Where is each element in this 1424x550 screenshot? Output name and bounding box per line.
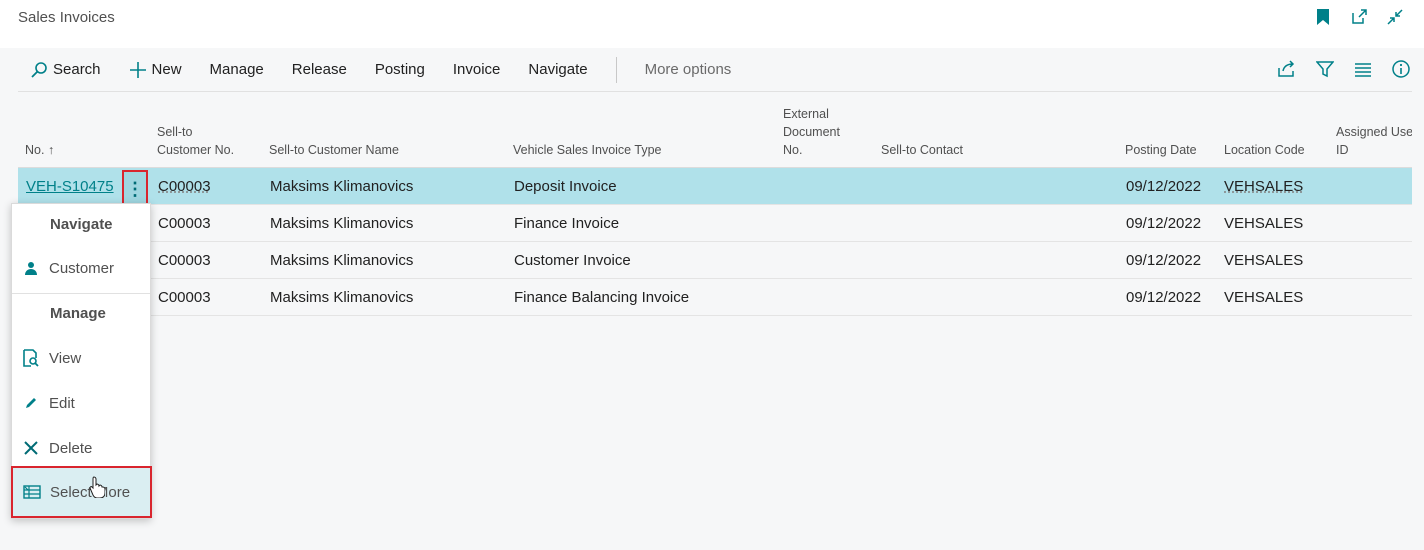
title-bar: Sales Invoices (0, 0, 1424, 48)
customer-name-cell: Maksims Klimanovics (270, 215, 414, 232)
row-context-menu: Navigate Customer Manage View Edit Delet… (11, 203, 152, 519)
search-button[interactable]: Search (18, 54, 115, 86)
column-label-line: External (783, 107, 829, 121)
page-title: Sales Invoices (18, 9, 115, 26)
column-label-line: Customer No. (157, 143, 235, 157)
invoice-type-cell: Finance Balancing Invoice (514, 289, 690, 306)
menu-item-label: Edit (49, 394, 75, 412)
location-code-cell: VEHSALES (1224, 215, 1304, 232)
new-label: New (151, 61, 182, 78)
posting-date-cell: 09/12/2022 (1126, 252, 1202, 269)
search-label: Search (53, 61, 101, 78)
column-assigned-user-id[interactable]: Assigned Use ID (1336, 123, 1412, 159)
invoice-type-cell: Deposit Invoice (514, 178, 617, 195)
posting-date-cell: 09/12/2022 (1126, 289, 1202, 306)
table-row[interactable]: C00003 Maksims Klimanovics Customer Invo… (18, 242, 1412, 279)
invoice-type-cell: Finance Invoice (514, 215, 620, 232)
view-document-icon (12, 349, 49, 367)
invoice-no-link[interactable]: VEH-S10475 (26, 168, 114, 205)
column-no[interactable]: No. ↑ (25, 141, 54, 159)
menu-heading-manage: Manage (50, 305, 106, 322)
table-row[interactable]: C00003 Maksims Klimanovics Finance Balan… (18, 279, 1412, 316)
action-divider (615, 56, 617, 83)
manage-menu[interactable]: Manage (196, 54, 278, 86)
table-row[interactable]: VEH-S10475 ⋮ C00003 Maksims Klimanovics … (18, 168, 1412, 207)
more-vertical-icon: ⋮ (126, 178, 144, 199)
menu-item-edit[interactable]: Edit (12, 385, 150, 421)
posting-menu[interactable]: Posting (361, 54, 439, 86)
menu-divider (12, 293, 150, 294)
invoices-grid: No. ↑ Sell-to Customer No. Sell-to Custo… (18, 98, 1412, 316)
column-label-line: ID (1336, 143, 1349, 157)
customer-no-cell[interactable]: C00003 (158, 168, 211, 205)
column-sell-to-customer-no[interactable]: Sell-to Customer No. (157, 123, 234, 159)
column-label-line: Document (783, 125, 840, 139)
customer-name-cell: Maksims Klimanovics (270, 178, 414, 195)
delete-x-icon (12, 440, 49, 456)
right-actions (1276, 58, 1412, 80)
search-icon (30, 61, 48, 79)
new-button[interactable]: New (115, 54, 196, 86)
info-icon[interactable] (1390, 58, 1412, 80)
select-more-icon (13, 485, 50, 499)
menu-item-delete[interactable]: Delete (12, 430, 150, 466)
pencil-icon (12, 396, 49, 410)
action-bar: Search New Manage Release Posting Invoic… (18, 48, 1412, 92)
plus-icon (129, 61, 147, 79)
list-view-icon[interactable] (1352, 58, 1374, 80)
customer-name-cell: Maksims Klimanovics (270, 289, 414, 306)
invoice-menu[interactable]: Invoice (439, 54, 515, 86)
customer-no-cell: C00003 (158, 289, 211, 306)
content-area: Search New Manage Release Posting Invoic… (0, 48, 1424, 550)
location-code-cell: VEHSALES (1224, 252, 1304, 269)
menu-item-view[interactable]: View (12, 340, 150, 376)
column-posting-date[interactable]: Posting Date (1125, 141, 1197, 159)
navigate-menu[interactable]: Navigate (514, 54, 601, 86)
collapse-icon[interactable] (1384, 6, 1406, 28)
location-code-cell: VEHSALES (1224, 289, 1304, 306)
bookmark-icon[interactable] (1312, 6, 1334, 28)
column-vehicle-sales-invoice-type[interactable]: Vehicle Sales Invoice Type (513, 141, 661, 159)
menu-item-label: Customer (49, 259, 115, 277)
column-label-line: Assigned Use (1336, 125, 1412, 139)
open-in-new-window-icon[interactable] (1348, 6, 1370, 28)
column-external-document-no[interactable]: External Document No. (783, 105, 840, 159)
invoice-type-cell: Customer Invoice (514, 252, 631, 269)
posting-date-cell: 09/12/2022 (1126, 215, 1202, 232)
title-icons (1312, 6, 1406, 28)
column-sell-to-contact[interactable]: Sell-to Contact (881, 141, 963, 159)
person-icon (12, 261, 49, 275)
release-menu[interactable]: Release (278, 54, 361, 86)
hand-pointer-cursor-icon (89, 476, 106, 503)
location-code-cell[interactable]: VEHSALES (1224, 168, 1303, 205)
posting-date-cell: 09/12/2022 (1126, 178, 1202, 195)
share-icon[interactable] (1276, 58, 1298, 80)
customer-no-cell: C00003 (158, 215, 211, 232)
menu-item-select-more[interactable]: Select More (11, 466, 152, 518)
more-options-button[interactable]: More options (631, 54, 746, 86)
grid-header: No. ↑ Sell-to Customer No. Sell-to Custo… (18, 98, 1412, 168)
column-label-line: Sell-to (157, 125, 193, 139)
column-no-label: No. (25, 143, 45, 157)
menu-item-customer[interactable]: Customer (12, 250, 150, 286)
menu-item-label: Delete (49, 439, 93, 457)
row-actions-button[interactable]: ⋮ (122, 170, 148, 207)
customer-name-cell: Maksims Klimanovics (270, 252, 414, 269)
column-sell-to-customer-name[interactable]: Sell-to Customer Name (269, 141, 399, 159)
menu-item-label: View (49, 349, 82, 367)
filter-icon[interactable] (1314, 58, 1336, 80)
column-location-code[interactable]: Location Code (1224, 141, 1305, 159)
table-row[interactable]: C00003 Maksims Klimanovics Finance Invoi… (18, 205, 1412, 242)
menu-heading-navigate: Navigate (50, 216, 113, 233)
customer-no-cell: C00003 (158, 252, 211, 269)
sort-ascending-icon: ↑ (47, 143, 55, 157)
column-label-line: No. (783, 143, 803, 157)
